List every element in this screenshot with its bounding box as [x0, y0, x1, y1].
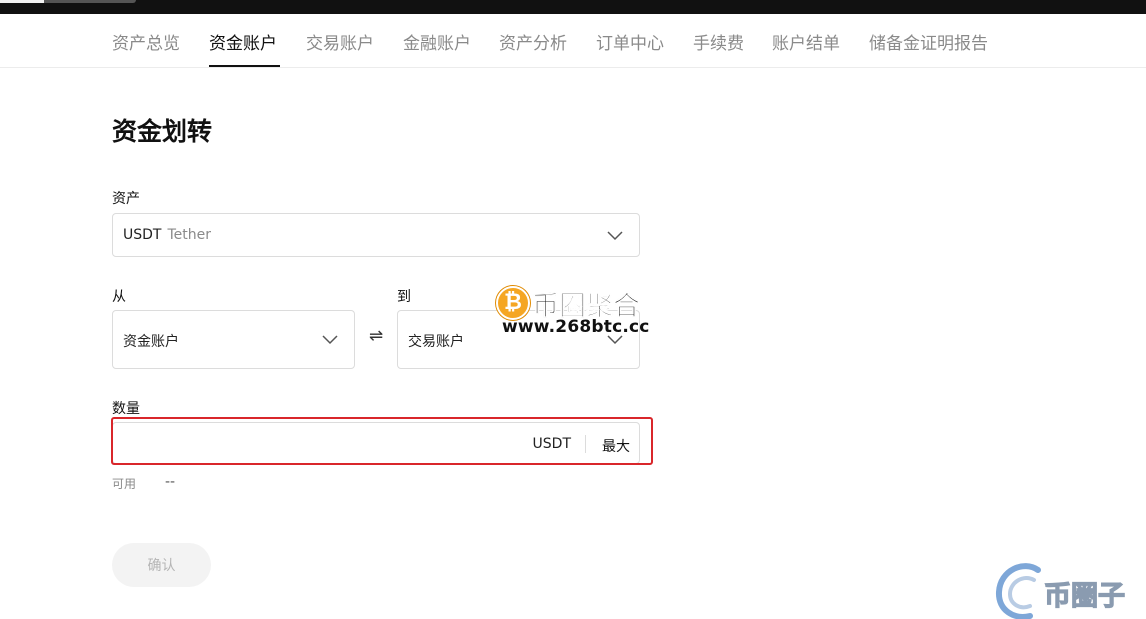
asset-label: 资产: [112, 191, 140, 207]
nav-item-trading-account[interactable]: 交易账户: [306, 29, 374, 54]
confirm-button[interactable]: 确认: [112, 543, 211, 587]
highlight-annotation-box: [111, 417, 653, 465]
asset-select[interactable]: USDT Tether: [112, 213, 640, 257]
swap-arrows-icon[interactable]: ⇌: [367, 325, 385, 347]
nav-item-asset-analysis[interactable]: 资产分析: [499, 29, 567, 54]
bitcoin-icon: ₿: [496, 286, 530, 320]
asset-name: Tether: [167, 227, 211, 243]
watermark-logo: ₿ 币圈聚合 www.268btc.cc: [494, 284, 659, 340]
to-account-value: 交易账户: [408, 334, 464, 350]
nav-item-overview[interactable]: 资产总览: [112, 29, 180, 54]
page-title: 资金划转: [112, 117, 213, 146]
watermark-url: www.268btc.cc: [502, 317, 650, 337]
available-label: 可用: [112, 477, 137, 491]
nav-active-underline: [209, 65, 280, 67]
chevron-down-icon: [322, 335, 338, 345]
from-account-value: 资金账户: [123, 334, 179, 350]
browser-tab-highlight: [0, 0, 44, 3]
nav-item-funding-account[interactable]: 资金账户: [209, 29, 277, 54]
asset-select-value: USDT Tether: [123, 227, 211, 243]
nav-item-order-center[interactable]: 订单中心: [596, 29, 664, 54]
to-label: 到: [397, 289, 411, 305]
nav-item-proof-of-reserves[interactable]: 储备金证明报告: [869, 29, 988, 54]
from-account-select[interactable]: 资金账户: [112, 310, 355, 369]
available-value: --: [165, 474, 176, 490]
amount-label: 数量: [112, 401, 140, 417]
corner-watermark-text: 币圈子: [1043, 580, 1125, 612]
corner-watermark: 币圈子: [994, 560, 1144, 619]
nav-item-statements[interactable]: 账户结单: [772, 29, 840, 54]
asset-symbol: USDT: [123, 227, 162, 243]
nav-item-finance-account[interactable]: 金融账户: [403, 29, 471, 54]
nav-item-fees[interactable]: 手续费: [693, 29, 744, 54]
corner-watermark-logo-icon: [996, 563, 1041, 619]
from-label: 从: [112, 289, 126, 305]
account-nav: 资产总览 资金账户 交易账户 金融账户 资产分析 订单中心 手续费 账户结单 储…: [0, 14, 1146, 68]
chevron-down-icon: [607, 231, 623, 241]
browser-top-bar: [0, 0, 1146, 14]
